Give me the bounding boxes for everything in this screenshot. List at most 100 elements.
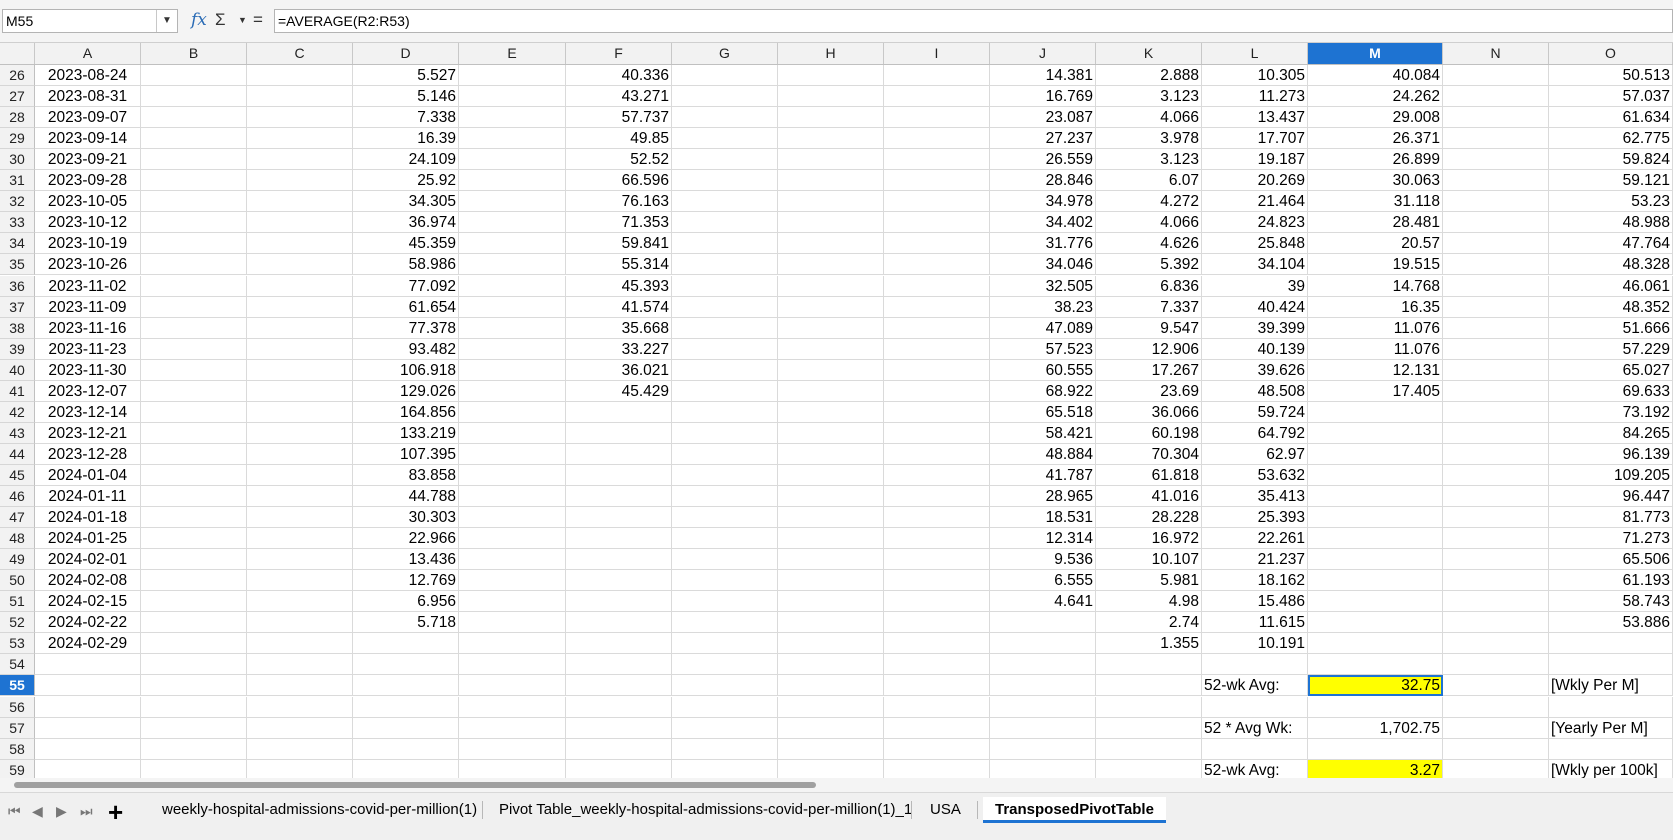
cell-n27[interactable] [1443,86,1549,108]
cell-d42[interactable]: 164.856 [353,401,459,423]
cell-g59[interactable] [672,759,778,778]
cell-b37[interactable] [141,296,247,318]
cell-b53[interactable] [141,633,247,655]
cell-k41[interactable]: 23.69 [1096,380,1202,402]
cell-j31[interactable]: 28.846 [990,170,1096,192]
cell-l55[interactable]: 52-wk Avg: [1202,675,1308,697]
cell-j39[interactable]: 57.523 [990,338,1096,360]
cell-m49[interactable] [1308,549,1443,571]
cell-d29[interactable]: 16.39 [353,128,459,150]
cell-n46[interactable] [1443,486,1549,508]
cell-o38[interactable]: 51.666 [1549,317,1673,339]
cell-a49[interactable]: 2024-02-01 [35,549,141,571]
cell-m41[interactable]: 17.405 [1308,380,1443,402]
first-sheet-icon[interactable]: ⏮ [8,803,21,820]
cell-a39[interactable]: 2023-11-23 [35,338,141,360]
cell-c56[interactable] [247,696,353,718]
row-header-58[interactable]: 58 [0,738,35,760]
cell-c49[interactable] [247,549,353,571]
cell-h56[interactable] [778,696,884,718]
column-header-h[interactable]: H [778,43,884,64]
cell-h43[interactable] [778,422,884,444]
cell-m31[interactable]: 30.063 [1308,170,1443,192]
cell-l30[interactable]: 19.187 [1202,149,1308,171]
cell-c41[interactable] [247,380,353,402]
cell-n35[interactable] [1443,254,1549,276]
cell-i41[interactable] [884,380,990,402]
sheet-tab-2[interactable]: Pivot Table_weekly-hospital-admissions-c… [487,797,924,823]
cell-m28[interactable]: 29.008 [1308,107,1443,129]
cell-j40[interactable]: 60.555 [990,359,1096,381]
cell-j50[interactable]: 6.555 [990,570,1096,592]
cell-m44[interactable] [1308,443,1443,465]
cell-c46[interactable] [247,486,353,508]
cell-d34[interactable]: 45.359 [353,233,459,255]
cell-f29[interactable]: 49.85 [566,128,672,150]
cell-g46[interactable] [672,486,778,508]
cell-a35[interactable]: 2023-10-26 [35,254,141,276]
cell-g49[interactable] [672,549,778,571]
cell-n31[interactable] [1443,170,1549,192]
cell-f48[interactable] [566,528,672,550]
cell-h35[interactable] [778,254,884,276]
cell-l46[interactable]: 35.413 [1202,486,1308,508]
cell-l29[interactable]: 17.707 [1202,128,1308,150]
cell-e51[interactable] [459,591,566,613]
cell-h52[interactable] [778,612,884,634]
cell-b55[interactable] [141,675,247,697]
cell-m50[interactable] [1308,570,1443,592]
cell-l59[interactable]: 52-wk Avg: [1202,759,1308,778]
cell-l33[interactable]: 24.823 [1202,212,1308,234]
cell-f55[interactable] [566,675,672,697]
cell-h37[interactable] [778,296,884,318]
cell-j53[interactable] [990,633,1096,655]
cell-o44[interactable]: 96.139 [1549,443,1673,465]
cell-i28[interactable] [884,107,990,129]
cell-d26[interactable]: 5.527 [353,65,459,87]
cell-j28[interactable]: 23.087 [990,107,1096,129]
cell-b29[interactable] [141,128,247,150]
column-header-j[interactable]: J [990,43,1096,64]
sheet-tab-3[interactable]: USA [918,797,973,823]
cell-k40[interactable]: 17.267 [1096,359,1202,381]
chevron-down-icon[interactable]: ▼ [238,15,247,25]
cell-c57[interactable] [247,717,353,739]
cell-c36[interactable] [247,275,353,297]
row-header-30[interactable]: 30 [0,149,35,171]
cell-d52[interactable]: 5.718 [353,612,459,634]
cell-g55[interactable] [672,675,778,697]
column-header-n[interactable]: N [1443,43,1549,64]
cell-b42[interactable] [141,401,247,423]
cell-m51[interactable] [1308,591,1443,613]
column-header-d[interactable]: D [353,43,459,64]
scrollbar-thumb[interactable] [14,782,816,788]
cell-e58[interactable] [459,738,566,760]
cell-c44[interactable] [247,443,353,465]
cell-l52[interactable]: 11.615 [1202,612,1308,634]
cell-d27[interactable]: 5.146 [353,86,459,108]
cell-m26[interactable]: 40.084 [1308,65,1443,87]
cell-h50[interactable] [778,570,884,592]
cell-j38[interactable]: 47.089 [990,317,1096,339]
row-header-36[interactable]: 36 [0,275,35,297]
cell-j35[interactable]: 34.046 [990,254,1096,276]
cell-k32[interactable]: 4.272 [1096,191,1202,213]
cell-k42[interactable]: 36.066 [1096,401,1202,423]
row-header-53[interactable]: 53 [0,633,35,655]
cell-k53[interactable]: 1.355 [1096,633,1202,655]
row-header-56[interactable]: 56 [0,696,35,718]
cell-a50[interactable]: 2024-02-08 [35,570,141,592]
cell-b35[interactable] [141,254,247,276]
cell-f35[interactable]: 55.314 [566,254,672,276]
cell-l26[interactable]: 10.305 [1202,65,1308,87]
cell-b50[interactable] [141,570,247,592]
cell-e35[interactable] [459,254,566,276]
cell-d48[interactable]: 22.966 [353,528,459,550]
cell-m34[interactable]: 20.57 [1308,233,1443,255]
row-header-29[interactable]: 29 [0,128,35,150]
cell-c31[interactable] [247,170,353,192]
row-header-32[interactable]: 32 [0,191,35,213]
cell-e37[interactable] [459,296,566,318]
row-header-27[interactable]: 27 [0,86,35,108]
row-header-33[interactable]: 33 [0,212,35,234]
